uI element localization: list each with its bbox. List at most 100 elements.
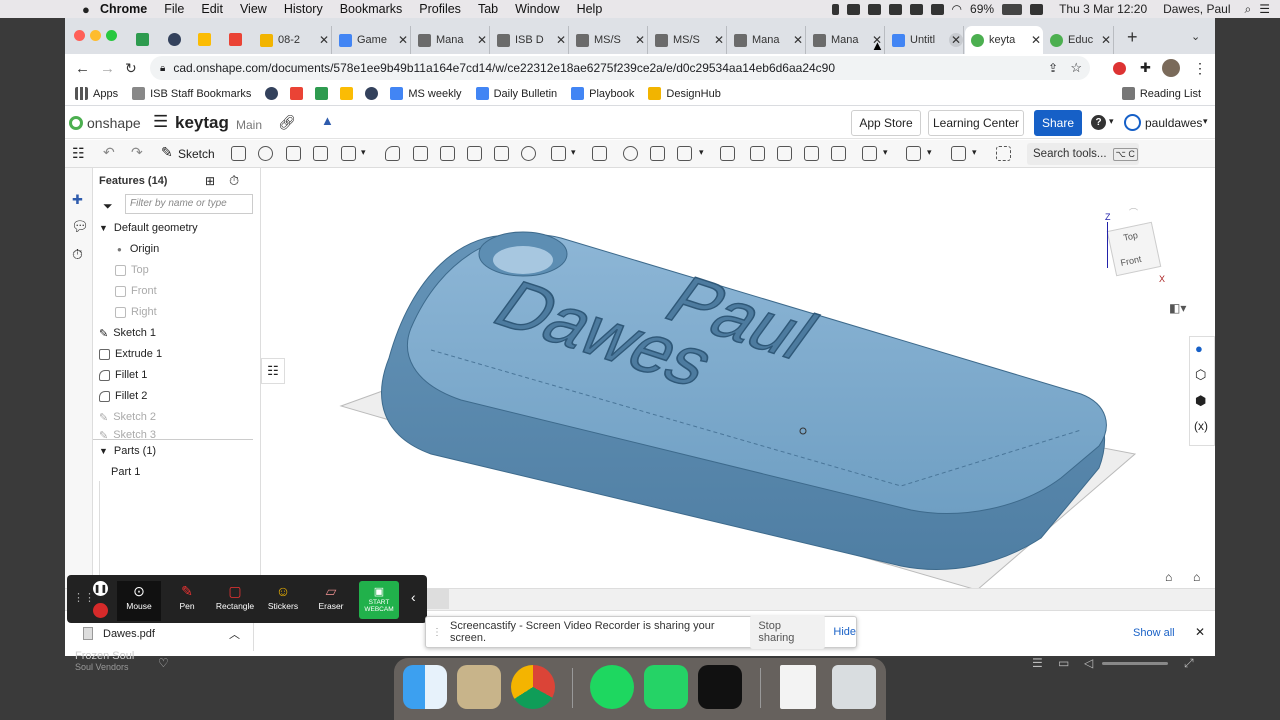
pattern-tool-icon[interactable] [551, 146, 566, 161]
mic-icon[interactable] [831, 3, 839, 15]
bookmark-icon-only[interactable] [265, 87, 279, 100]
filter-icon[interactable]: ⏷ [103, 199, 113, 214]
tool-dropdown-icon[interactable]: ▾ [883, 147, 888, 158]
replace-face-tool-icon[interactable] [831, 146, 846, 161]
menu-chrome[interactable]: Chrome [100, 2, 147, 16]
drag-handle-icon[interactable]: ⋮ [432, 627, 442, 638]
close-tab-icon[interactable]: ✕ [949, 33, 963, 47]
chevron-down-icon[interactable]: ▼ [99, 446, 108, 456]
eraser-tool[interactable]: ▱ Eraser [309, 581, 353, 621]
sweep-tool-icon[interactable] [286, 146, 301, 161]
feature-item[interactable]: Right [115, 303, 157, 321]
view-cube-top[interactable]: Top [1122, 230, 1138, 243]
share-button[interactable]: Share [1034, 110, 1082, 136]
chrome-menu-icon[interactable]: ⋮ [1193, 60, 1207, 77]
volume-icon[interactable]: ◁ [1084, 656, 1093, 670]
close-tab-icon[interactable]: ✕ [633, 33, 647, 47]
share-page-icon[interactable]: ⇪ [1048, 61, 1058, 75]
view-options-icon[interactable]: ◧▾ [1169, 301, 1186, 315]
feature-item[interactable]: Fillet 1 [99, 366, 147, 384]
bookmark-icon-only[interactable] [365, 87, 379, 100]
show-all-downloads[interactable]: Show all [1133, 627, 1175, 639]
draft-tool-icon[interactable] [440, 146, 455, 161]
battery-icon[interactable] [1002, 3, 1023, 15]
transform-tool-icon[interactable] [677, 146, 692, 161]
search-tools-input[interactable]: Search tools... ⌥ C [1027, 143, 1139, 165]
feature-item[interactable]: ✎ Sketch 1 [99, 324, 156, 342]
close-window-button[interactable] [74, 30, 85, 41]
extension-icon[interactable] [1113, 61, 1126, 75]
close-downloads-icon[interactable]: ✕ [1195, 625, 1205, 639]
pdf-document-icon[interactable] [780, 665, 816, 709]
lock-icon[interactable]: 🔒︎ [160, 63, 165, 74]
sheet-metal-tool-icon[interactable] [951, 146, 966, 161]
delete-part-tool-icon[interactable] [720, 146, 735, 161]
pinned-tab-classroom-icon[interactable] [136, 33, 149, 46]
view-cube[interactable]: Top Front Z X ⌒ [1089, 208, 1185, 304]
zoom-window-button[interactable] [106, 30, 117, 41]
trash-icon[interactable] [832, 665, 876, 709]
feature-list-toggle-icon[interactable]: ☷ [72, 145, 85, 162]
browser-tab[interactable]: Educ ✕ [1044, 26, 1114, 54]
hamburger-menu-icon[interactable]: ☰ [153, 112, 168, 132]
user-menu[interactable]: pauldawes [1145, 116, 1202, 130]
tab-search-icon[interactable]: ⌄ [1191, 30, 1200, 43]
scrollbar[interactable] [425, 589, 449, 609]
browser-tab[interactable]: 08-2 ✕ [254, 26, 332, 54]
view-cube-rotate-icon[interactable]: ⌒ [1129, 206, 1138, 219]
thicken-tool-icon[interactable] [341, 146, 356, 161]
spotlight-icon[interactable]: ⌕ [1245, 2, 1252, 17]
hide-notice-button[interactable]: Hide [833, 626, 856, 638]
control-center-icon[interactable] [1030, 3, 1044, 15]
onshape-brand[interactable]: onshape [87, 115, 141, 131]
clock[interactable]: Thu 3 Mar 12:20 [1059, 2, 1147, 16]
devices-icon[interactable]: ▭ [1058, 656, 1069, 670]
new-tab-button[interactable]: + [1127, 27, 1138, 48]
browser-tab[interactable]: ISB D ✕ [491, 26, 569, 54]
feature-item[interactable]: ✎ Sketch 2 [99, 408, 156, 426]
hole-tool-icon[interactable] [521, 146, 536, 161]
wifi-icon[interactable]: ◠ [952, 2, 962, 16]
stop-sharing-button[interactable]: Stop sharing [750, 615, 826, 649]
close-tab-icon[interactable]: ✕ [1099, 33, 1113, 47]
sketch-button[interactable]: Sketch [178, 147, 215, 161]
rollback-timer-icon[interactable]: ⏱︎ [229, 173, 239, 189]
menubar-user[interactable]: Dawes, Paul [1163, 2, 1230, 16]
bookmark-drive-icon[interactable] [340, 87, 354, 100]
mirror-tool-icon[interactable] [592, 146, 607, 161]
start-webcam-button[interactable]: ▣ START WEBCAM [359, 581, 399, 619]
pinned-tab-icon[interactable] [168, 33, 181, 46]
document-title[interactable]: keytag [175, 113, 229, 133]
graphics-canvas[interactable]: ☷ Paul Dawes Top Front Z X ⌒ ◧▾ ● ⬡ ⬢ (x… [261, 168, 1215, 588]
apple-icon[interactable]: ● [82, 2, 90, 17]
back-icon[interactable]: ← [75, 60, 90, 77]
whatsapp-icon[interactable] [644, 665, 688, 709]
download-filename[interactable]: Dawes.pdf [103, 628, 155, 640]
default-geometry-folder[interactable]: ▼ Default geometry [99, 219, 198, 237]
menu-tab[interactable]: Tab [478, 2, 498, 16]
menu-profiles[interactable]: Profiles [419, 2, 461, 16]
mate-connector-tool-icon[interactable] [906, 146, 921, 161]
menu-view[interactable]: View [240, 2, 267, 16]
loft-tool-icon[interactable] [313, 146, 328, 161]
redo-icon[interactable]: ↷ [131, 144, 143, 161]
appearance-icon[interactable]: ● [1195, 341, 1203, 356]
finder-icon[interactable] [403, 665, 447, 709]
onshape-logo-icon[interactable] [69, 116, 83, 130]
minimize-window-button[interactable] [90, 30, 101, 41]
heart-icon[interactable]: ♡ [158, 656, 169, 670]
tool-dropdown-icon[interactable]: ▾ [571, 147, 576, 158]
close-tab-icon[interactable]: ✕ [475, 33, 489, 47]
collapse-toolbar-icon[interactable]: ‹ [411, 589, 416, 605]
browser-tab[interactable]: Game ✕ [333, 26, 411, 54]
insert-icon[interactable]: ✚ [72, 192, 83, 208]
bottom-view-icon[interactable]: ⌂ [1165, 570, 1172, 584]
tray-app-icon[interactable] [888, 3, 902, 15]
help-icon[interactable]: ? [1091, 115, 1106, 130]
close-tab-icon[interactable]: ✕ [396, 33, 410, 47]
app-store-button[interactable]: App Store [851, 110, 921, 136]
tray-app-icon[interactable] [930, 3, 944, 15]
stop-recording-button[interactable] [93, 603, 108, 618]
bookmark-classroom-icon[interactable] [315, 87, 329, 100]
mail-icon[interactable] [457, 665, 501, 709]
